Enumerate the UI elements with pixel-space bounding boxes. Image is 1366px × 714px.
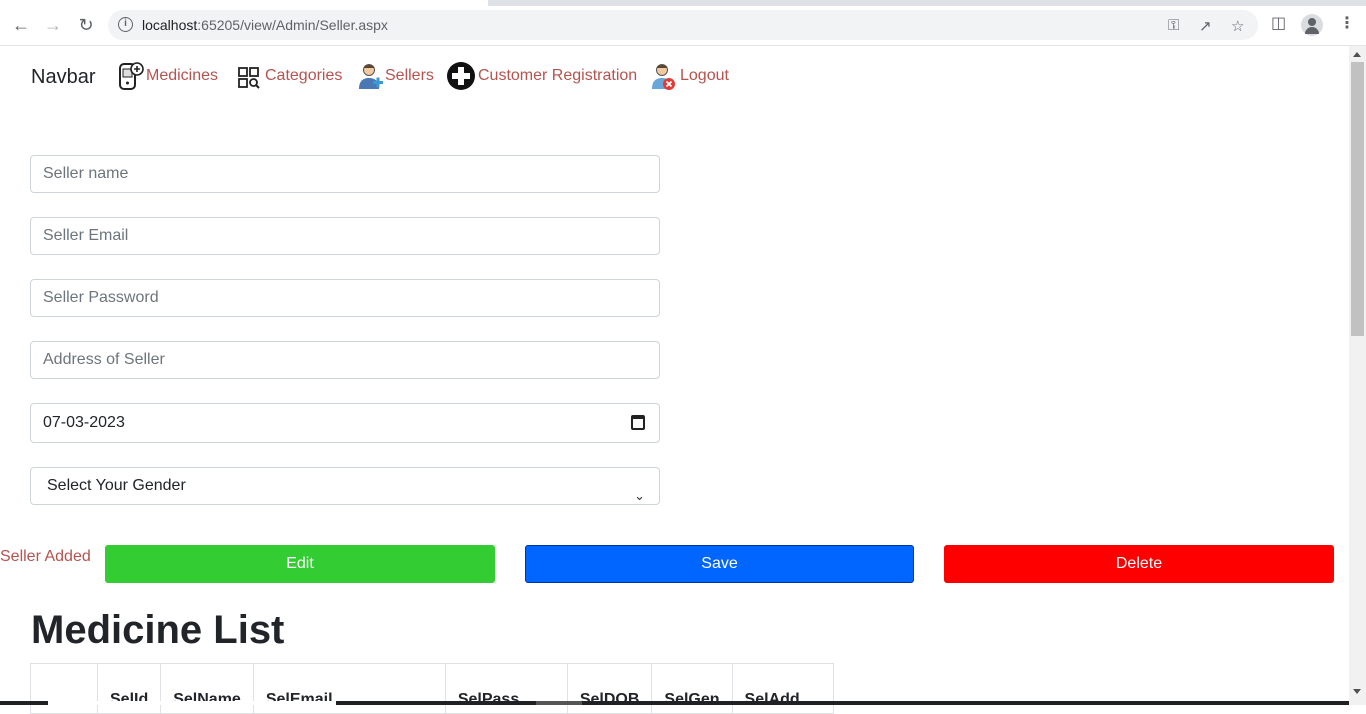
address-bar[interactable]: i localhost:65205/view/Admin/Seller.aspx… <box>108 10 1258 40</box>
nav-item-label: Medicines <box>146 67 219 84</box>
navbar-brand[interactable]: Navbar <box>31 66 95 89</box>
nav-item-customer-registration[interactable]: Customer Registration <box>446 60 637 92</box>
profile-avatar-icon[interactable] <box>1301 14 1323 36</box>
taskbar-segment <box>536 701 582 705</box>
seller-address-input[interactable]: Address of Seller <box>30 341 660 379</box>
scroll-up-arrow-icon[interactable] <box>1353 52 1361 57</box>
seller-name-input[interactable]: Seller name <box>30 155 660 193</box>
save-button[interactable]: Save <box>525 545 914 583</box>
seller-email-input[interactable]: Seller Email <box>30 217 660 255</box>
taskbar-segment <box>48 701 336 705</box>
active-tab[interactable] <box>0 0 488 6</box>
app-navbar: Navbar Medicines Categories Sellers Cust… <box>0 46 1349 106</box>
table-header-row: SelId SelName SelEmail SelPass SelDOB Se… <box>30 663 834 714</box>
column-header-selname: SelName <box>160 663 254 714</box>
gender-selected-value: Select Your Gender <box>47 477 186 494</box>
page-scrollbar[interactable] <box>1349 46 1366 705</box>
status-message: Seller Added <box>0 548 91 565</box>
browser-toolbar: ← → ↻ i localhost:65205/view/Admin/Selle… <box>0 0 1366 46</box>
nav-item-logout[interactable]: Logout <box>650 60 729 92</box>
url-path: :65205/view/Admin/Seller.aspx <box>197 17 388 33</box>
categories-grid-icon <box>237 61 263 91</box>
nav-item-label: Sellers <box>385 67 434 84</box>
edit-button[interactable]: Edit <box>105 545 495 583</box>
back-arrow-icon[interactable]: ← <box>8 12 34 38</box>
side-panel-icon[interactable]: ◫ <box>1271 13 1286 33</box>
nav-item-label: Customer Registration <box>478 67 638 84</box>
column-header-selid: SelId <box>96 663 162 714</box>
scroll-down-arrow-icon[interactable] <box>1353 689 1361 694</box>
column-header-selemail: SelEmail <box>252 663 446 714</box>
nav-item-medicines[interactable]: Medicines <box>118 60 218 92</box>
reload-icon[interactable]: ↻ <box>73 12 99 38</box>
dob-date-input[interactable]: 07-03-2023 <box>30 403 660 443</box>
list-heading: Medicine List <box>31 608 285 652</box>
chevron-down-icon: ⌄ <box>634 488 645 503</box>
seller-table: SelId SelName SelEmail SelPass SelDOB Se… <box>30 663 834 714</box>
column-header-seladd: SelAdd <box>731 663 834 714</box>
logout-user-icon <box>650 61 678 91</box>
column-header-seldob: SelDOB <box>566 663 653 714</box>
plus-circle-icon <box>446 61 476 91</box>
scrollbar-thumb[interactable] <box>1351 62 1364 336</box>
seller-user-icon <box>357 61 383 91</box>
delete-button[interactable]: Delete <box>944 545 1334 583</box>
gender-select[interactable]: Select Your Gender ⌄ <box>30 467 660 505</box>
tab-strip <box>0 0 1366 6</box>
nav-item-label: Categories <box>265 67 343 84</box>
share-icon[interactable]: ↗ <box>1199 17 1212 35</box>
url-text[interactable]: localhost:65205/view/Admin/Seller.aspx <box>142 17 388 33</box>
calendar-icon[interactable] <box>631 415 645 430</box>
kebab-menu-icon[interactable]: ⋮ <box>1339 13 1355 33</box>
nav-item-categories[interactable]: Categories <box>237 60 342 92</box>
column-header-selpass: SelPass <box>444 663 568 714</box>
nav-item-sellers[interactable]: Sellers <box>357 60 434 92</box>
column-header-selgen: SelGen <box>651 663 733 714</box>
site-info-icon[interactable]: i <box>118 17 133 32</box>
url-host: localhost <box>142 17 198 33</box>
forward-arrow-icon[interactable]: → <box>40 12 66 38</box>
bookmark-star-icon[interactable]: ☆ <box>1231 17 1244 35</box>
dob-value: 07-03-2023 <box>43 414 125 431</box>
nav-item-label: Logout <box>680 67 729 84</box>
column-header-select <box>30 663 98 714</box>
taskbar-edge <box>0 701 1349 705</box>
medicine-phone-icon <box>118 61 144 91</box>
seller-password-input[interactable]: Seller Password <box>30 279 660 317</box>
key-icon[interactable]: ⚿ <box>1168 17 1179 34</box>
